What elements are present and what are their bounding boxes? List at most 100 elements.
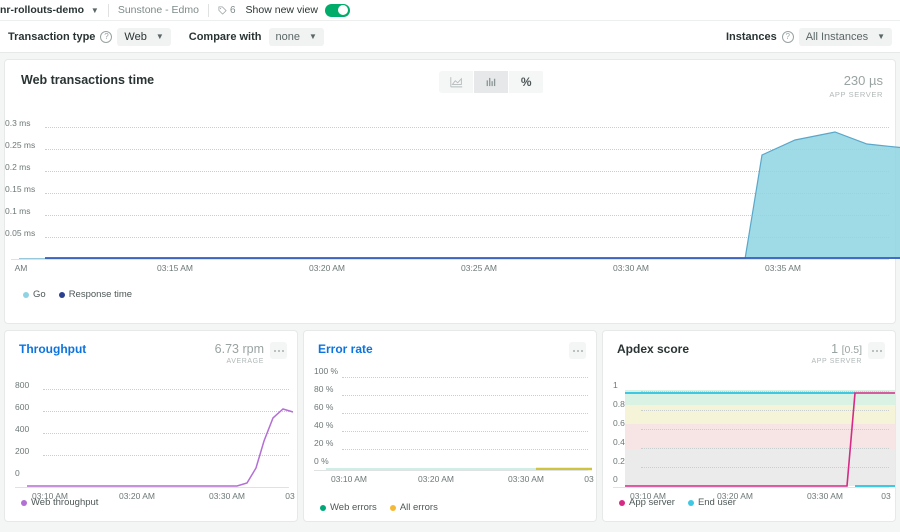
transaction-type-select[interactable]: Web ▼ <box>117 27 171 46</box>
main-chart-legend: Go Response time <box>5 279 895 300</box>
breadcrumb-divider-2 <box>207 3 209 17</box>
throughput-more-menu[interactable] <box>270 342 287 359</box>
x-tick-label: 03:35 AM <box>765 263 801 273</box>
apdex-plot[interactable]: 1 0.8 0.6 0.4 0.2 0 03:10 AM 03:20 AM 03… <box>603 365 895 501</box>
x-tick-label: 03:15 AM <box>157 263 193 273</box>
legend-swatch-end-user <box>687 499 694 506</box>
transaction-type-value: Web <box>124 30 147 43</box>
x-tick-label: 03 <box>881 491 891 501</box>
compare-with-select[interactable]: none ▼ <box>268 27 324 46</box>
main-chart-metric: 230 µs APP SERVER <box>829 73 883 99</box>
area-chart-icon-button[interactable] <box>439 71 474 93</box>
main-chart-plot[interactable]: 0.3 ms 0.25 ms 0.2 ms 0.15 ms 0.1 ms 0.0… <box>5 99 900 279</box>
throughput-plot[interactable]: 800 600 400 200 0 03:10 AM 03:20 AM 03:3… <box>5 365 297 501</box>
main-chart-header: Web transactions time % 230 µs APP SERVE… <box>5 60 895 99</box>
x-tick-label: AM <box>14 263 28 273</box>
throughput-title[interactable]: Throughput <box>19 342 86 356</box>
legend-label-all-errors: All errors <box>399 502 438 513</box>
legend-item-response-time[interactable]: Response time <box>58 289 133 300</box>
main-chart-title: Web transactions time <box>21 73 155 87</box>
legend-item-all-errors[interactable]: All errors <box>389 502 438 513</box>
filter-bar: Transaction type ? Web ▼ Compare with no… <box>0 21 900 53</box>
error-rate-actions <box>569 342 586 359</box>
instances-select[interactable]: All Instances ▼ <box>798 27 892 46</box>
x-axis-line <box>11 259 889 260</box>
legend-swatch-app-server <box>619 499 625 506</box>
throughput-series <box>27 408 294 487</box>
chevron-down-icon: ▼ <box>155 32 164 41</box>
throughput-metric-value: 6.73 rpm <box>214 342 264 356</box>
compare-with-label: Compare with <box>188 30 262 43</box>
legend-swatch-go <box>23 291 29 298</box>
error-rate-panel: Error rate 100 % 80 % 60 % 40 % 20 % 0 %… <box>303 330 597 522</box>
apdex-score-panel: Apdex score 1 [0.5] APP SERVER 1 0.8 0.6… <box>602 330 896 522</box>
legend-item-go[interactable]: Go <box>23 289 46 300</box>
error-rate-legend: Web errors All errors <box>304 489 596 513</box>
chevron-down-icon: ▼ <box>308 32 317 41</box>
throughput-panel: Throughput 6.73 rpm AVERAGE 800 600 400 … <box>4 330 298 522</box>
bottom-panels-row: Throughput 6.73 rpm AVERAGE 800 600 400 … <box>4 330 896 522</box>
app-server-line <box>625 392 895 487</box>
error-rate-title[interactable]: Error rate <box>318 342 373 356</box>
legend-swatch-all-errors <box>389 504 396 511</box>
main-chart-metric-sublabel: APP SERVER <box>829 90 883 99</box>
apdex-title: Apdex score <box>617 342 690 356</box>
breadcrumb-bar: nr-rollouts-demo ▼ Sunstone - Edmo 6 Sho… <box>0 0 900 21</box>
x-tick-label: 03:20 AM <box>119 491 155 501</box>
throughput-metric: 6.73 rpm AVERAGE <box>215 342 287 365</box>
apdex-score-number: 1 <box>831 342 839 356</box>
breadcrumb-divider <box>107 3 109 17</box>
chevron-down-icon: ▼ <box>877 32 885 41</box>
x-axis-line <box>613 487 889 488</box>
apdex-metric-sublabel: APP SERVER <box>811 358 862 365</box>
x-tick-label: 03:25 AM <box>461 263 497 273</box>
x-tick-label: 03:20 AM <box>309 263 345 273</box>
app-name-label: nr-rollouts-demo <box>0 4 84 16</box>
apdex-metric: 1 [0.5] APP SERVER <box>811 342 885 365</box>
x-tick-label: 03:30 AM <box>807 491 843 501</box>
legend-label-go: Go <box>33 289 46 300</box>
tag-icon <box>218 6 227 15</box>
apdex-metric-value: 1 [0.5] <box>812 342 862 356</box>
x-tick-label: 03:10 AM <box>630 491 666 501</box>
error-rate-more-menu[interactable] <box>569 342 586 359</box>
help-icon[interactable]: ? <box>100 30 113 43</box>
tag-count-chip[interactable]: 6 <box>218 5 236 16</box>
x-tick-label: 03:20 AM <box>418 474 454 484</box>
legend-label-response-time: Response time <box>68 289 133 300</box>
area-chart-icon <box>450 77 462 88</box>
percent-label: % <box>520 75 532 89</box>
x-axis-line <box>314 470 588 471</box>
apdex-series <box>625 392 895 487</box>
x-tick-label: 03:30 AM <box>209 491 245 501</box>
account-label[interactable]: Sunstone - Edmo <box>118 4 199 16</box>
transaction-type-label: Transaction type <box>8 30 96 43</box>
x-tick-label: 03:10 AM <box>331 474 367 484</box>
x-tick-label: 03 <box>285 491 295 501</box>
app-name-breadcrumb[interactable]: nr-rollouts-demo ▼ <box>0 4 99 16</box>
legend-swatch-web-throughput <box>21 499 27 506</box>
apdex-more-menu[interactable] <box>868 342 885 359</box>
show-new-view-toggle[interactable] <box>324 3 350 17</box>
throughput-metric-sublabel: AVERAGE <box>226 358 264 365</box>
percent-view-button[interactable]: % <box>509 71 544 93</box>
legend-label-web-errors: Web errors <box>330 502 377 513</box>
web-transactions-time-card: Web transactions time % 230 µs APP SERVE… <box>4 59 900 324</box>
apdex-header: Apdex score 1 [0.5] APP SERVER <box>603 331 895 365</box>
throughput-header: Throughput 6.73 rpm AVERAGE <box>5 331 297 365</box>
chevron-down-icon: ▼ <box>90 6 99 15</box>
instances-value: All Instances <box>805 30 869 43</box>
x-tick-label: 03:20 AM <box>717 491 753 501</box>
go-area <box>19 132 900 259</box>
show-new-view-label: Show new view <box>245 4 318 16</box>
x-tick-label: 03:30 AM <box>613 263 649 273</box>
legend-item-web-errors[interactable]: Web errors <box>320 502 377 513</box>
bar-chart-icon <box>486 77 495 87</box>
help-icon-instances[interactable]: ? <box>781 30 794 43</box>
error-rate-plot[interactable]: 100 % 80 % 60 % 40 % 20 % 0 % 03:10 AM 0… <box>304 359 596 489</box>
x-tick-label: 03:30 AM <box>508 474 544 484</box>
main-chart-series <box>19 131 900 260</box>
bar-chart-icon-button[interactable] <box>474 71 509 93</box>
x-tick-label: 03 <box>584 474 594 484</box>
web-throughput-line <box>27 408 294 487</box>
